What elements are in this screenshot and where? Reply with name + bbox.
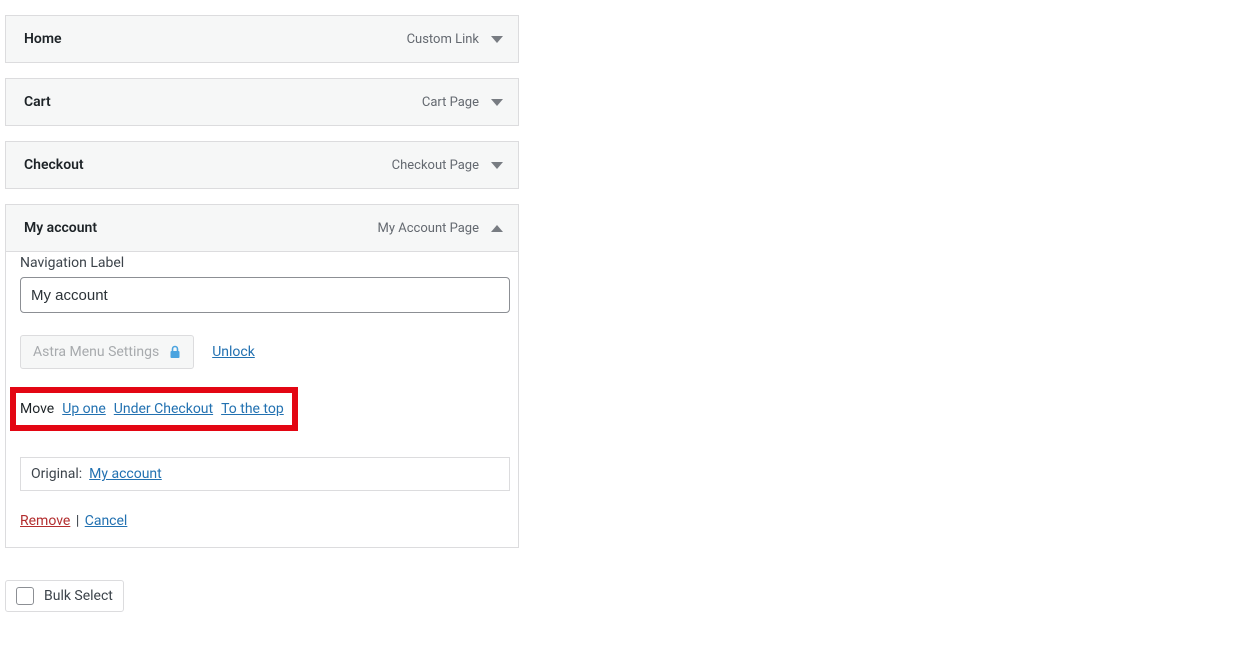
menu-item-right: Checkout Page: [392, 158, 503, 173]
action-row: Remove | Cancel: [20, 513, 504, 529]
menu-item-title: Checkout: [24, 157, 84, 173]
lock-icon: [169, 345, 181, 359]
menu-item-right: Cart Page: [422, 95, 503, 110]
chevron-down-icon[interactable]: [491, 36, 503, 43]
menu-item-title: Home: [24, 31, 62, 47]
separator: |: [76, 513, 79, 529]
chevron-down-icon[interactable]: [491, 99, 503, 106]
menu-item-right: My Account Page: [378, 221, 503, 236]
unlock-link[interactable]: Unlock: [212, 344, 255, 360]
move-row-highlight: Move Up one Under Checkout To the top: [10, 387, 298, 431]
menu-item-type: Checkout Page: [392, 158, 479, 173]
menu-item-home[interactable]: Home Custom Link: [5, 15, 519, 63]
move-label: Move: [20, 401, 54, 417]
move-up-one-link[interactable]: Up one: [62, 401, 106, 417]
cancel-link[interactable]: Cancel: [85, 513, 128, 529]
menu-item-checkout[interactable]: Checkout Checkout Page: [5, 141, 519, 189]
navigation-label-input[interactable]: [20, 277, 510, 313]
chevron-down-icon[interactable]: [491, 162, 503, 169]
menu-item-type: Custom Link: [407, 32, 479, 47]
astra-menu-settings-button: Astra Menu Settings: [20, 335, 194, 369]
bulk-select-button[interactable]: Bulk Select: [5, 580, 124, 612]
menu-item-title: Cart: [24, 94, 51, 110]
chevron-up-icon[interactable]: [491, 225, 503, 232]
bulk-select-label: Bulk Select: [44, 588, 113, 604]
move-to-top-link[interactable]: To the top: [221, 401, 284, 417]
remove-link[interactable]: Remove: [20, 513, 70, 529]
menu-item-type: My Account Page: [378, 221, 479, 236]
menu-item-cart[interactable]: Cart Cart Page: [5, 78, 519, 126]
navigation-label-text: Navigation Label: [20, 255, 504, 271]
original-link[interactable]: My account: [89, 466, 162, 482]
move-under-link[interactable]: Under Checkout: [114, 401, 213, 417]
menu-item-right: Custom Link: [407, 32, 503, 47]
menu-item-title: My account: [24, 220, 97, 236]
original-row: Original: My account: [20, 457, 510, 491]
astra-button-label: Astra Menu Settings: [33, 344, 159, 360]
menu-item-settings-panel: Navigation Label Astra Menu Settings Unl…: [5, 237, 519, 548]
menu-item-type: Cart Page: [422, 95, 479, 110]
original-label: Original:: [31, 466, 82, 482]
bulk-select-checkbox[interactable]: [16, 587, 34, 605]
